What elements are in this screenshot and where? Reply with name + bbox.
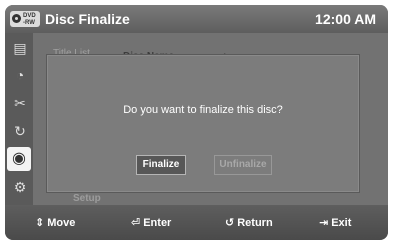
osd-screen: DVD -RW Disc Finalize 12:00 AM ▤ ◔ ✂ ↻ ◉… [5, 5, 388, 240]
return-icon: ↺ [225, 217, 235, 229]
finalize-button[interactable]: Finalize [136, 155, 186, 175]
enter-icon: ⏎ [131, 217, 141, 229]
return-hint: ↺ Return [225, 216, 273, 229]
tv-frame: DVD -RW Disc Finalize 12:00 AM ▤ ◔ ✂ ↻ ◉… [0, 0, 393, 245]
exit-hint: ⇥ Exit [319, 216, 351, 229]
dialog-message: Do you want to finalize this disc? [123, 104, 283, 116]
unfinalize-button[interactable]: Unfinalize [214, 155, 272, 175]
move-hint: ⇕ Move [35, 216, 75, 229]
exit-icon: ⇥ [319, 217, 329, 229]
film-icon[interactable]: ▤ [11, 39, 29, 57]
setup-label: Setup [73, 193, 101, 204]
exit-label: Exit [331, 217, 352, 229]
return-label: Return [237, 217, 273, 229]
dvd-badge-line1: DVD [23, 13, 36, 19]
dvd-rw-badge: DVD -RW [10, 11, 40, 27]
gear-icon[interactable]: ⚙ [11, 178, 29, 196]
disc-icon[interactable]: ◉ [7, 147, 31, 171]
disc-icon [12, 14, 21, 23]
clock-icon[interactable]: ◔ [11, 66, 29, 84]
finalize-dialog: Do you want to finalize this disc? Final… [47, 55, 359, 192]
header-bar: DVD -RW Disc Finalize 12:00 AM [5, 5, 388, 33]
copy-icon[interactable]: ↻ [11, 122, 29, 140]
enter-hint: ⏎ Enter [131, 216, 171, 229]
scissors-icon[interactable]: ✂ [11, 94, 29, 112]
sidebar: ▤ ◔ ✂ ↻ ◉ ⚙ [5, 33, 33, 205]
move-label: Move [47, 217, 76, 229]
move-arrows-icon: ⇕ [35, 217, 45, 229]
clock-time: 12:00 AM [315, 11, 376, 27]
enter-label: Enter [143, 217, 172, 229]
page-title: Disc Finalize [45, 11, 130, 27]
dvd-badge-line2: -RW [23, 20, 35, 26]
footer-bar: ⇕ Move ⏎ Enter ↺ Return ⇥ Exit [5, 205, 388, 240]
